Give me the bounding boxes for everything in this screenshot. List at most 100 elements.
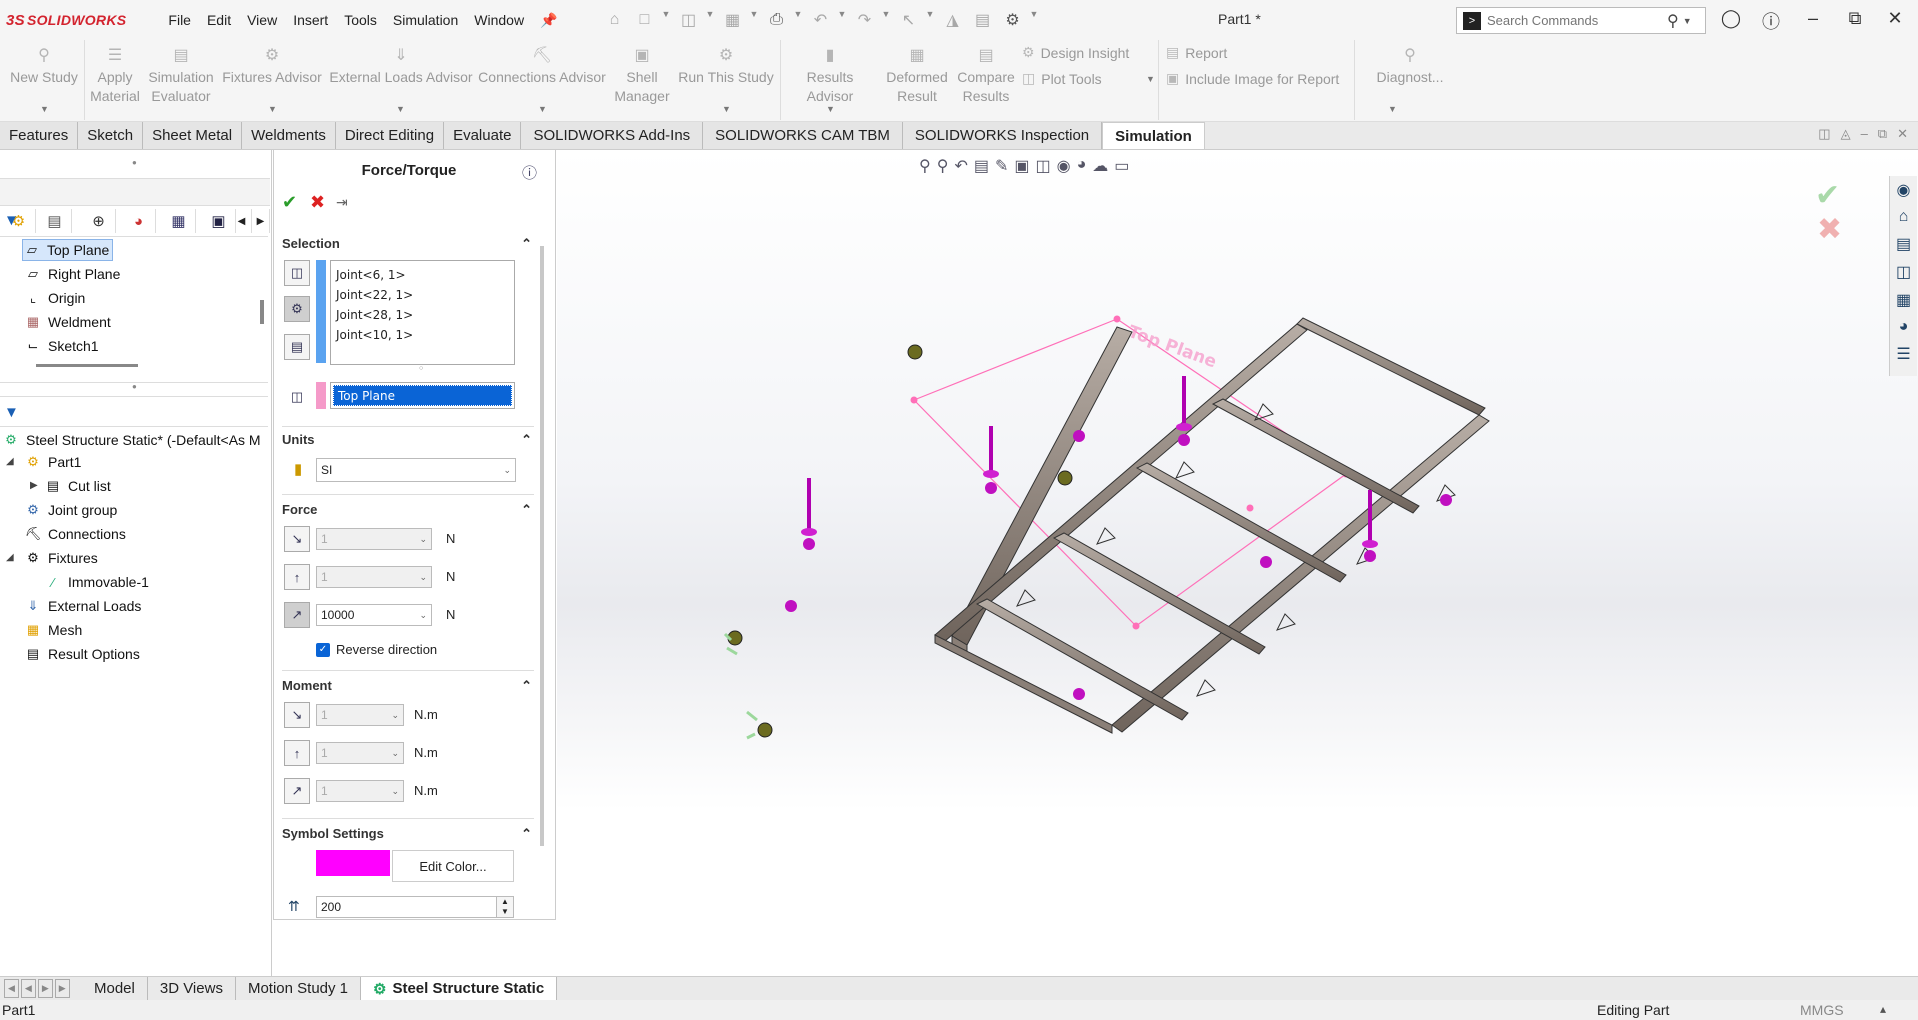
select-icon[interactable]: ↖ [896,9,922,31]
force-normal-icon[interactable]: ↗ [284,602,310,628]
configuration-manager-tab-icon[interactable]: ⊕ [82,209,116,233]
minimize-button[interactable]: – [1800,8,1826,29]
tab-solidworks-inspection[interactable]: SOLIDWORKS Inspection [902,122,1103,149]
tree-item-origin[interactable]: ⌞ Origin [24,287,85,309]
tab-motion-study-1[interactable]: Motion Study 1 [236,976,362,1001]
collapse-icon[interactable]: ⌃ [521,678,532,694]
tree-item-result-options[interactable]: ▤ Result Options [24,643,140,665]
moment-z-input[interactable]: 1 ⌄ [316,780,404,802]
tree-item-mesh[interactable]: ▦ Mesh [24,619,82,641]
search-commands[interactable]: > ⚲ ▼ [1456,7,1706,34]
pm-scrollbar[interactable] [540,246,544,846]
simulation-tab-icon[interactable]: ▦ [162,209,196,233]
status-unit-dropdown-icon[interactable]: ▴ [1880,1002,1886,1016]
tree-hscrollbar[interactable] [36,364,138,367]
tree-item-cut-list[interactable]: ▤ Cut list [44,475,111,497]
sim-filter-icon[interactable]: ▼ [4,404,19,421]
symbol-settings-header[interactable]: Symbol Settings ⌃ [282,826,532,842]
expand-fixtures-icon[interactable]: ◢ [6,552,14,563]
tree-item-external-loads[interactable]: ⇓ External Loads [24,595,142,617]
collapse-icon[interactable]: ⌃ [521,502,532,518]
search-input[interactable] [1487,13,1667,28]
restore-button[interactable]: ⧉ [1842,8,1868,29]
simulation-evaluator-button[interactable]: ▤ Simulation Evaluator [146,46,216,106]
open-icon[interactable]: ◫ [676,9,702,31]
tree-item-part1[interactable]: ⚙ Part1 [24,451,81,473]
tree-item-joint-group[interactable]: ⚙ Joint group [24,499,117,521]
tab-direct-editing[interactable]: Direct Editing [335,122,445,149]
tab-solidworks-cam-tbm[interactable]: SOLIDWORKS CAM TBM [703,122,903,149]
keep-visible-pin-icon[interactable]: ⇥ [336,194,348,211]
external-loads-advisor-button[interactable]: ⇓ External Loads Advisor [328,46,474,87]
solidworks-logo[interactable]: 3S SOLIDWORKS [6,12,126,29]
user-account-icon[interactable]: ◯ [1718,8,1744,29]
property-manager-tab-icon[interactable]: ▤ [38,209,72,233]
list-resize-handle[interactable]: ○ [419,365,423,372]
help-icon[interactable]: ⓘ [522,162,537,183]
options-gear-icon[interactable]: ⚙ [1000,9,1026,31]
menu-window[interactable]: Window [466,12,532,29]
force-z-input[interactable]: 10000 ⌄ [316,604,432,626]
new-study-button[interactable]: ⚲ New Study [6,46,82,87]
tab-solidworks-add-ins[interactable]: SOLIDWORKS Add-Ins [521,122,704,149]
file-properties-icon[interactable]: ▤ [970,9,996,31]
run-this-study-button[interactable]: ⚙ Run This Study [676,46,776,87]
force-along-x-icon[interactable]: ↘ [284,526,310,552]
tabs-scroll-left-icon[interactable]: ◀ [232,209,252,233]
diagnostics-button[interactable]: ⚲ Diagnost... [1370,46,1450,87]
tab-3d-views[interactable]: 3D Views [148,976,236,1001]
tab-weldments[interactable]: Weldments [242,122,336,149]
close-button[interactable]: ✕ [1882,8,1908,29]
weldment-model-view[interactable]: Top Plane [557,150,1918,976]
include-image-button[interactable]: ▣ Include Image for Report [1166,70,1339,87]
tree-item-study[interactable]: ⚙ Steel Structure Static* (-Default<As M [2,429,260,451]
help-icon[interactable]: ⓘ [1758,8,1784,34]
save-icon[interactable]: ▦ [720,9,746,31]
force-along-y-icon[interactable]: ↑ [284,564,310,590]
design-insight-button[interactable]: ⚙ Design Insight [1022,44,1129,61]
prev-tab-icon[interactable]: ◀ [20,979,36,998]
tree-item-right-plane[interactable]: ▱ Right Plane [24,263,120,285]
units-select[interactable]: SI ⌄ [316,458,516,482]
splitter-handle-2[interactable]: ● [132,382,137,391]
display-manager-tab-icon[interactable]: ▣ [202,209,236,233]
status-units[interactable]: MMGS [1800,1002,1844,1018]
force-section-header[interactable]: Force ⌃ [282,502,532,518]
tree-item-top-plane[interactable]: ▱ Top Plane [22,239,114,261]
deformed-result-button[interactable]: ▦ Deformed Result [880,46,954,106]
direction-reference-field[interactable]: Top Plane [330,382,515,409]
moment-y-input[interactable]: 1 ⌄ [316,742,404,764]
selected-plane[interactable]: Top Plane [333,385,512,406]
redo-icon[interactable]: ↷ [852,9,878,31]
next-tab-icon[interactable]: ▶ [37,979,53,998]
expand-part1-icon[interactable]: ◢ [6,456,14,467]
force-y-input[interactable]: 1 ⌄ [316,566,432,588]
edit-color-button[interactable]: Edit Color... [392,850,514,882]
moment-x-icon[interactable]: ↘ [284,702,310,728]
joint-item[interactable]: Joint<22, 1> [336,285,509,305]
menu-simulation[interactable]: Simulation [385,12,466,29]
tab-evaluate[interactable]: Evaluate [444,122,522,149]
tab-scroll-buttons[interactable]: ◀ ◀ ▶ ▶ [0,977,82,1001]
tab-sketch[interactable]: Sketch [78,122,144,149]
units-section-header[interactable]: Units ⌃ [282,432,532,448]
cancel-x-icon[interactable]: ✖ [310,192,325,213]
splitter-handle[interactable]: ● [132,158,137,167]
tree-item-immovable-1[interactable]: ∕ Immovable-1 [44,571,149,593]
joints-mode-icon[interactable]: ◫ [284,260,310,286]
filter-icon[interactable]: ▼ [4,212,19,229]
tree-item-connections[interactable]: ⛏ Connections [24,523,126,545]
report-button[interactable]: ▤ Report [1166,44,1227,61]
moment-z-icon[interactable]: ↗ [284,778,310,804]
joint-item[interactable]: Joint<28, 1> [336,305,509,325]
apply-material-button[interactable]: ☰ Apply Material [86,46,144,106]
joint-item[interactable]: Joint<6, 1> [336,265,509,285]
results-advisor-button[interactable]: ▮ Results Advisor [782,46,878,106]
joint-item[interactable]: Joint<10, 1> [336,325,509,345]
tile-right-icon[interactable]: ◬ [1841,126,1851,142]
tree-scrollbar[interactable] [260,300,264,324]
new-document-icon[interactable]: □ [632,9,658,31]
home-icon[interactable]: ⌂ [602,9,628,31]
doc-close-button[interactable]: ✕ [1897,126,1908,142]
menu-edit[interactable]: Edit [199,12,239,29]
